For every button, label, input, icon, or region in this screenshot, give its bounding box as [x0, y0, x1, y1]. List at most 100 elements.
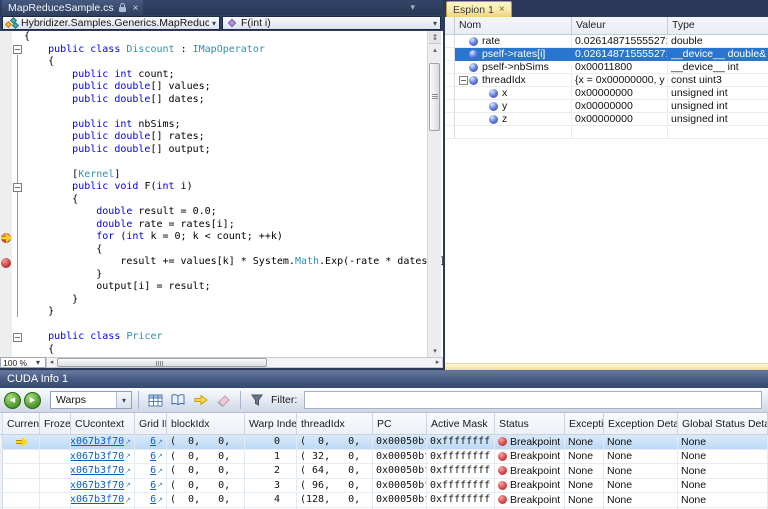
code-area[interactable]: { public class Discount : IMapOperator {… [24, 31, 443, 357]
cuda-row[interactable]: 0x067b3f70↗6↗( 0, 0, 0)1( 32, 0, 0)0x000… [0, 450, 768, 465]
nav-back-button[interactable]: ◀ [4, 392, 21, 409]
watch-row[interactable]: z0x00000000unsigned int [445, 113, 768, 126]
clear-button[interactable] [214, 390, 234, 410]
tab-list-chevron-icon[interactable]: ▾ [410, 2, 415, 13]
watch-tab-close-icon[interactable]: × [499, 4, 505, 15]
cuda-column-exc_details[interactable]: Exception Details [604, 413, 678, 434]
watch-column-valeur[interactable]: Valeur [572, 17, 668, 34]
vertical-scroll-thumb[interactable] [429, 63, 440, 131]
view-select[interactable]: Warps ▾ [50, 391, 132, 409]
fold-toggle[interactable] [13, 333, 22, 342]
variable-icon [469, 50, 478, 59]
scroll-left-icon[interactable]: ◂ [47, 358, 56, 367]
editor-horizontal-scrollbar[interactable]: ◂ ▸ [46, 357, 443, 368]
zoom-select[interactable]: 100 % ▾ [0, 357, 46, 368]
goto-current-button[interactable] [191, 390, 211, 410]
document-tab-close-icon[interactable]: × [133, 3, 139, 14]
cuda-cell-status: Breakpoint [495, 464, 565, 478]
watch-row[interactable]: pself->nbSims0x00011800__device__ int [445, 61, 768, 74]
cucontext-link[interactable]: 0x067b3f70 [71, 465, 124, 476]
cuda-cell-exc_details: None [604, 493, 678, 507]
cucontext-link[interactable]: 0x067b3f70 [71, 494, 124, 505]
watch-variable-type: double [668, 35, 768, 48]
watch-column-type[interactable]: Type [668, 17, 768, 34]
gridid-link[interactable]: 6 [150, 480, 156, 491]
toolbar-separator [240, 391, 241, 409]
cuda-column-status[interactable]: Status [495, 413, 565, 434]
watch-row[interactable]: x0x00000000unsigned int [445, 87, 768, 100]
cucontext-link[interactable]: 0x067b3f70 [71, 451, 124, 462]
goto-link-icon: ↗ [125, 496, 131, 504]
horizontal-scroll-thumb[interactable] [57, 358, 267, 367]
nav-forward-button[interactable]: ▶ [24, 392, 41, 409]
cuda-header-row: CurrentFrozenCUcontextGrid IDblockIdxWar… [0, 413, 768, 435]
watch-row[interactable]: threadIdx{x = 0x00000000, y = 0xconst ui… [445, 74, 768, 87]
fold-toggle[interactable] [13, 45, 22, 54]
document-tab-label: MapReduceSample.cs [8, 2, 114, 14]
cuda-panel-title[interactable]: CUDA Info 1 [0, 370, 768, 388]
cuda-column-exception[interactable]: Exception [565, 413, 604, 434]
code-editor[interactable]: { public class Discount : IMapOperator {… [0, 31, 443, 357]
cuda-cell-exception: None [565, 435, 604, 449]
cucontext-link[interactable]: 0x067b3f70 [71, 480, 124, 491]
code-line: { [24, 194, 443, 207]
cuda-cell-block: ( 0, 0, 0) [167, 450, 245, 464]
scroll-right-icon[interactable]: ▸ [433, 358, 442, 367]
fold-toggle[interactable] [13, 183, 22, 192]
cuda-column-block[interactable]: blockIdx [167, 413, 245, 434]
code-line: public double[] dates; [24, 94, 443, 107]
watch-column-nom[interactable]: Nom [455, 17, 572, 34]
code-line: for (int k = 0; k < count; ++k) [24, 231, 443, 244]
breakpoint-status-icon [498, 452, 507, 461]
cuda-column-grid[interactable]: Grid ID [135, 413, 167, 434]
gridid-link[interactable]: 6 [150, 436, 156, 447]
cuda-row[interactable]: 0x067b3f70↗6↗( 0, 0, 0)0( 0, 0, 0)0x0005… [0, 435, 768, 450]
filter-label: Filter: [271, 394, 297, 406]
cuda-row[interactable]: 0x067b3f70↗6↗( 0, 0, 0)4(128, 0, 0)0x000… [0, 493, 768, 508]
expander-icon[interactable] [457, 76, 469, 85]
cuda-cell-mask: 0xffffffff [427, 493, 495, 507]
cuda-column-pc[interactable]: PC [373, 413, 427, 434]
grid-view-button[interactable] [145, 390, 165, 410]
cuda-cell-global_details: None [678, 479, 768, 493]
watch-row[interactable]: pself->rates[i]0.0261487155552715__devic… [445, 48, 768, 61]
cuda-column-frozen[interactable]: Frozen [40, 413, 71, 434]
splitter-handle-icon[interactable]: ⇕ [429, 32, 441, 44]
document-tab[interactable]: MapReduceSample.cs × [2, 0, 143, 15]
book-view-button[interactable] [168, 390, 188, 410]
cuda-cell-global_details: None [678, 493, 768, 507]
code-line: public void F(int i) [24, 181, 443, 194]
cuda-column-warp[interactable]: Warp Index [245, 413, 297, 434]
cuda-row[interactable]: 0x067b3f70↗6↗( 0, 0, 0)3( 96, 0, 0)0x000… [0, 479, 768, 494]
goto-link-icon: ↗ [157, 467, 163, 475]
code-line [24, 319, 443, 332]
gridid-link[interactable]: 6 [150, 451, 156, 462]
gridid-link[interactable]: 6 [150, 494, 156, 505]
watch-empty-row[interactable] [445, 126, 768, 139]
watch-tab[interactable]: Espion 1 × [446, 1, 512, 17]
cuda-column-cucontext[interactable]: CUcontext [71, 413, 135, 434]
cuda-column-current[interactable]: Current [3, 413, 40, 434]
scroll-down-icon[interactable]: ▾ [428, 347, 442, 355]
member-navigator-dropdown[interactable]: F(int i) ▾ [222, 16, 441, 30]
cuda-column-thread[interactable]: threadIdx [297, 413, 373, 434]
gridid-link[interactable]: 6 [150, 465, 156, 476]
cuda-cell-block: ( 0, 0, 0) [167, 493, 245, 507]
watch-row[interactable]: rate0.0261487155552715double [445, 35, 768, 48]
cuda-row[interactable]: 0x067b3f70↗6↗( 0, 0, 0)2( 64, 0, 0)0x000… [0, 464, 768, 479]
type-navigator-dropdown[interactable]: Hybridizer.Samples.Generics.MapReduce.Di… [2, 16, 220, 30]
cuda-cell-current [3, 464, 40, 478]
filter-input[interactable] [304, 391, 762, 409]
scroll-up-icon[interactable]: ▴ [428, 46, 442, 54]
breakpoint-gutter[interactable] [0, 31, 12, 357]
cuda-column-global_details[interactable]: Global Status Details [678, 413, 768, 434]
breakpoint-icon[interactable] [1, 258, 11, 268]
code-line: { [24, 31, 443, 44]
cuda-cell-warp: 2 [245, 464, 297, 478]
editor-vertical-scrollbar[interactable]: ⇕ ▴ ▾ [427, 31, 441, 357]
watch-row[interactable]: y0x00000000unsigned int [445, 100, 768, 113]
cuda-cell-cucontext: 0x067b3f70↗ [71, 450, 135, 464]
cuda-column-mask[interactable]: Active Mask [427, 413, 495, 434]
cuda-cell-thread: ( 96, 0, 0) [297, 479, 373, 493]
cucontext-link[interactable]: 0x067b3f70 [71, 436, 124, 447]
